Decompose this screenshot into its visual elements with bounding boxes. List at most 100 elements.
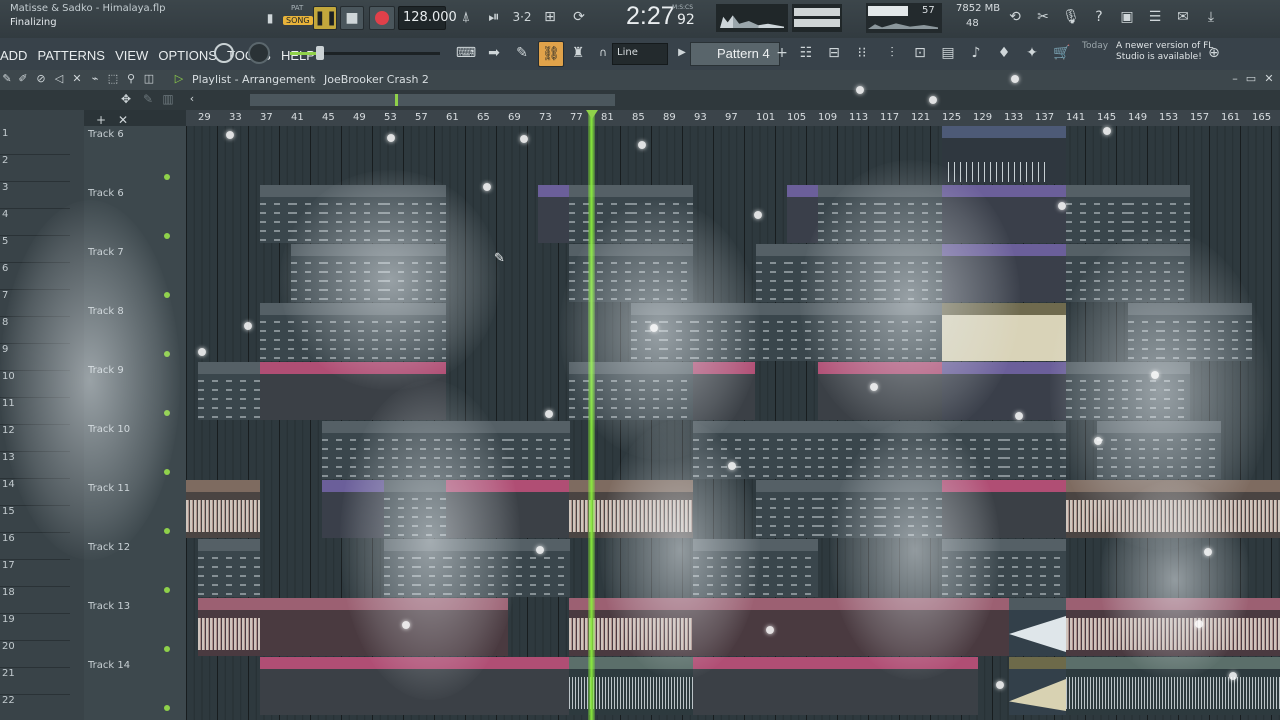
playlist-clip[interactable]: Pattern 20 bbox=[322, 421, 446, 479]
add-pattern-icon[interactable]: + bbox=[776, 41, 788, 65]
track-header-label[interactable]: Track 8 bbox=[88, 306, 124, 317]
row-number[interactable]: 3 bbox=[0, 182, 70, 209]
row-number[interactable]: 4 bbox=[0, 209, 70, 236]
timeline-ruler[interactable]: 29 33 37 41 45 49 53 57 61 65 69 73 77 8… bbox=[186, 110, 1280, 127]
playlist-clip[interactable]: Pattern 23 bbox=[508, 421, 570, 479]
loop-record-icon[interactable]: ⟳ bbox=[566, 5, 592, 29]
cut-icon[interactable]: ✂ bbox=[1030, 5, 1056, 29]
playlist-clip[interactable]: Pattern 6 bbox=[631, 185, 693, 243]
track-mute-led[interactable] bbox=[164, 174, 170, 180]
automation-clip[interactable]: Strin..cutoff bbox=[693, 362, 755, 420]
row-number[interactable]: 8 bbox=[0, 317, 70, 344]
piano-roll-icon[interactable]: ⊟ bbox=[822, 41, 846, 65]
magnet-icon[interactable]: ∩ bbox=[596, 41, 610, 65]
playlist-clip[interactable]: Pattern 23 bbox=[942, 421, 1004, 479]
metronome-icon[interactable]: ⍋ bbox=[454, 5, 478, 29]
overview-scrollbar[interactable] bbox=[250, 94, 615, 106]
song-mode-toggle[interactable]: PAT SONG bbox=[283, 4, 313, 32]
save-icon[interactable]: ▣ bbox=[1114, 5, 1140, 29]
browser-icon[interactable]: ▤ bbox=[936, 41, 960, 65]
mute-tool-icon[interactable]: ◁ bbox=[52, 67, 66, 91]
snap-select[interactable]: Line bbox=[612, 43, 668, 65]
audio-clip[interactable]: Eyes..r 126 bbox=[1009, 657, 1066, 715]
plugin-icon[interactable]: ⊡ bbox=[908, 41, 932, 65]
audio-clip[interactable] bbox=[1066, 480, 1280, 538]
chat-icon[interactable]: ✉ bbox=[1170, 5, 1196, 29]
tempo-tap-icon[interactable]: ♦ bbox=[992, 41, 1016, 65]
playlist-clip[interactable]: Pattern 6 bbox=[1128, 185, 1190, 243]
playhead[interactable] bbox=[588, 110, 595, 720]
playlist-clip[interactable]: Pattern 16 bbox=[1097, 421, 1221, 479]
playlist-clip[interactable]: Pa.. bbox=[291, 244, 322, 302]
countdown-icon[interactable]: 3·2 bbox=[509, 5, 535, 29]
wait-icon[interactable]: ⏯ bbox=[481, 5, 507, 29]
playlist-clip[interactable]: r..4 bbox=[538, 185, 569, 243]
slip-tool-icon[interactable]: ✕ bbox=[70, 67, 84, 91]
chain-button[interactable]: ⛓ bbox=[538, 41, 564, 67]
row-number[interactable]: 17 bbox=[0, 560, 70, 587]
playlist-clip[interactable]: P..8 bbox=[260, 185, 291, 243]
playlist-clip[interactable] bbox=[942, 126, 1066, 184]
playlist-icon[interactable]: ☷ bbox=[794, 41, 818, 65]
track-header-label[interactable]: Track 13 bbox=[88, 601, 130, 612]
master-volume-knob[interactable] bbox=[248, 42, 270, 64]
tempo-display[interactable]: 128.000 bbox=[398, 6, 457, 30]
track-mute-led[interactable] bbox=[164, 587, 170, 593]
playlist-clip[interactable]: Pattern 25 bbox=[818, 480, 880, 538]
row-number[interactable]: 14 bbox=[0, 479, 70, 506]
audio-clip[interactable] bbox=[942, 303, 1066, 361]
playlist-clip[interactable]: r..4 bbox=[787, 185, 818, 243]
row-number[interactable]: 9 bbox=[0, 344, 70, 371]
playlist-clip[interactable]: P..4 bbox=[415, 539, 446, 597]
track-header-label[interactable]: Track 12 bbox=[88, 542, 130, 553]
playlist-clip[interactable]: Pattern 3 bbox=[198, 362, 260, 420]
row-number[interactable]: 6 bbox=[0, 263, 70, 290]
playlist-clip[interactable]: Endless Smile..#2 - Intensit bbox=[942, 185, 1066, 243]
audio-clip[interactable] bbox=[198, 598, 260, 656]
play-button[interactable]: ❚❚ bbox=[313, 6, 337, 30]
row-number[interactable]: 7 bbox=[0, 290, 70, 317]
time-display[interactable]: 2:27 92 M:S:CS bbox=[600, 2, 710, 36]
playlist-clip[interactable]: P..4 bbox=[384, 539, 415, 597]
playlist-clip[interactable]: Pattern 12 bbox=[693, 303, 818, 361]
row-number[interactable]: 2 bbox=[0, 155, 70, 182]
audio-clip[interactable] bbox=[1066, 657, 1280, 715]
row-number[interactable]: 12 bbox=[0, 425, 70, 452]
mixer-icon[interactable]: ☰ bbox=[1142, 5, 1168, 29]
row-number[interactable]: 20 bbox=[0, 641, 70, 668]
automation-clip[interactable]: 1Fruity Balan..Pad - Volume bbox=[942, 480, 1066, 538]
lock-icon[interactable]: ▮ bbox=[262, 6, 278, 30]
brush-icon[interactable]: ✎ bbox=[510, 41, 534, 65]
track-header-label[interactable]: Track 6 bbox=[88, 129, 124, 140]
playlist-clip[interactable]: Pattern 6 bbox=[569, 185, 631, 243]
row-number[interactable]: 21 bbox=[0, 668, 70, 695]
playlist-clip[interactable]: Pattern 10 bbox=[1066, 362, 1190, 420]
audio-clip[interactable] bbox=[260, 598, 508, 656]
track-header-label[interactable]: Track 10 bbox=[88, 424, 130, 435]
playlist-clip[interactable]: Pattern 3 bbox=[1190, 303, 1252, 361]
typing-keyboard-icon[interactable]: ⌨ bbox=[454, 41, 478, 65]
automation-clip[interactable]: MusiCore - Lo..me multiplier bbox=[942, 362, 1066, 420]
audio-clip[interactable] bbox=[1066, 598, 1280, 656]
playlist-clip[interactable]: P..8 bbox=[291, 185, 322, 243]
row-number[interactable]: 13 bbox=[0, 452, 70, 479]
automation-clip[interactable]: 1Fruity Balanc..Pad - Volume bbox=[446, 480, 570, 538]
track-mute-led[interactable] bbox=[164, 528, 170, 534]
master-pitch-knob[interactable] bbox=[214, 43, 234, 63]
maximize-icon[interactable]: ▭ bbox=[1244, 67, 1258, 91]
track-header-label[interactable]: Track 14 bbox=[88, 660, 130, 671]
playlist-clip[interactable]: Pattern 3 bbox=[446, 539, 570, 597]
automation-clip[interactable]: Arp - flt-mod cutoff #2 bbox=[260, 657, 570, 715]
playlist-clip[interactable]: Pattern 23 bbox=[446, 421, 508, 479]
minimize-icon[interactable]: – bbox=[1228, 67, 1242, 91]
playlist-clip[interactable]: Pattern 19 bbox=[880, 244, 942, 302]
playhead-marker[interactable] bbox=[586, 110, 598, 119]
track-mute-led[interactable] bbox=[164, 292, 170, 298]
row-number[interactable]: 10 bbox=[0, 371, 70, 398]
track-header-label[interactable]: Track 9 bbox=[88, 365, 124, 376]
playlist-clip[interactable]: Pattern 19 bbox=[322, 244, 384, 302]
stamp-icon[interactable]: ♜ bbox=[566, 41, 590, 65]
audio-clip[interactable] bbox=[693, 598, 1009, 656]
download-icon[interactable]: ⤓ bbox=[1198, 5, 1224, 29]
track-mute-led[interactable] bbox=[164, 233, 170, 239]
